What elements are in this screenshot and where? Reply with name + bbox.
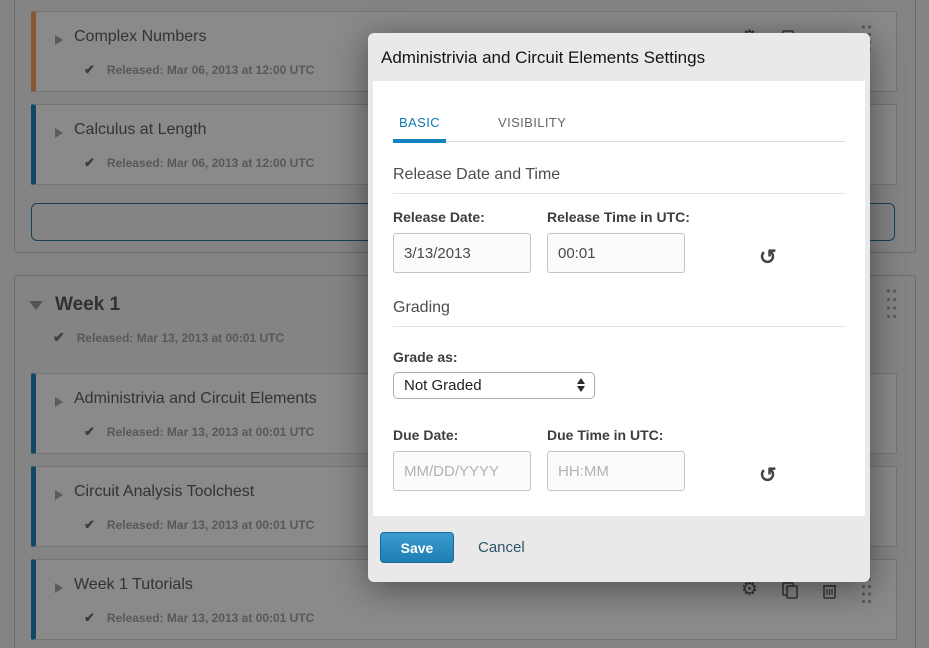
grade-as-label: Grade as: xyxy=(393,349,845,365)
grade-as-selected-value: Not Graded xyxy=(404,377,482,394)
clear-release-date-button[interactable]: ↺ xyxy=(759,245,777,269)
due-time-input[interactable] xyxy=(547,451,685,491)
clear-due-date-button[interactable]: ↺ xyxy=(759,463,777,487)
course-outline-page: Complex Numbers ✔ Released: Mar 06, 2013… xyxy=(0,0,929,648)
release-time-input[interactable] xyxy=(547,233,685,273)
due-field-row: Due Date: Due Time in UTC: ↺ xyxy=(393,427,845,491)
due-time-field-group: Due Time in UTC: xyxy=(547,427,707,491)
modal-body: BASIC VISIBILITY Release Date and Time R… xyxy=(373,81,865,516)
grading-section-heading: Grading xyxy=(393,299,845,327)
save-button[interactable]: Save xyxy=(380,532,454,563)
release-section-heading: Release Date and Time xyxy=(393,166,845,194)
settings-tab-bar: BASIC VISIBILITY xyxy=(393,115,845,142)
due-time-label: Due Time in UTC: xyxy=(547,427,707,443)
release-time-field-group: Release Time in UTC: xyxy=(547,209,707,273)
due-date-field-group: Due Date: xyxy=(393,427,531,491)
release-date-field-group: Release Date: xyxy=(393,209,531,273)
select-spinner-icon xyxy=(577,378,585,392)
subsection-settings-modal: Administrivia and Circuit Elements Setti… xyxy=(368,33,870,582)
modal-title: Administrivia and Circuit Elements Setti… xyxy=(373,33,865,81)
tab-basic[interactable]: BASIC xyxy=(393,115,446,143)
release-field-row: Release Date: Release Time in UTC: ↺ xyxy=(393,209,845,273)
tab-visibility[interactable]: VISIBILITY xyxy=(492,115,572,143)
release-time-label: Release Time in UTC: xyxy=(547,209,707,225)
grade-as-select[interactable]: Not Graded xyxy=(393,372,595,399)
release-date-label: Release Date: xyxy=(393,209,531,225)
due-date-input[interactable] xyxy=(393,451,531,491)
release-date-input[interactable] xyxy=(393,233,531,273)
reset-icon: ↺ xyxy=(759,464,777,487)
due-date-label: Due Date: xyxy=(393,427,531,443)
modal-footer: Save Cancel xyxy=(373,516,865,579)
cancel-button[interactable]: Cancel xyxy=(478,539,525,556)
reset-icon: ↺ xyxy=(759,246,777,269)
